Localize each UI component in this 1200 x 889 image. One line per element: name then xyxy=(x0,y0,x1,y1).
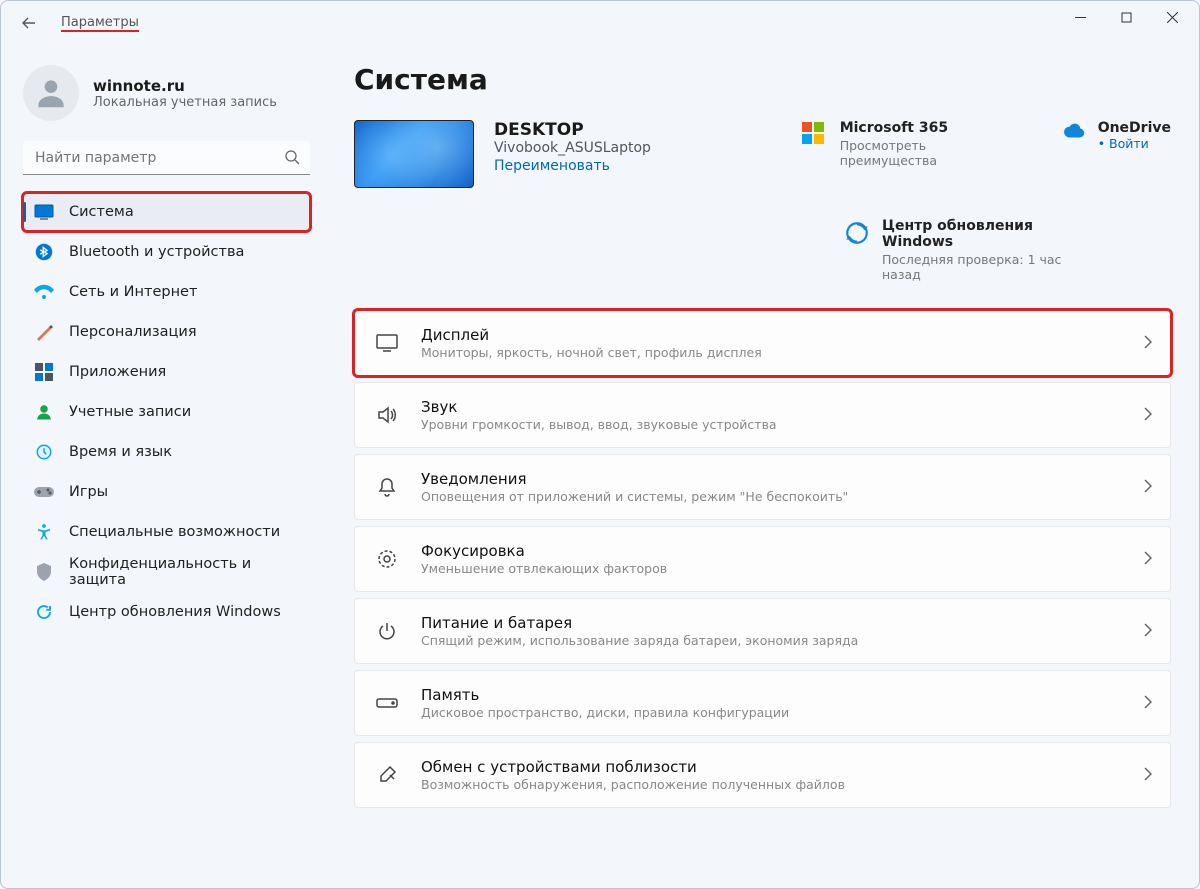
settings-item-nearby[interactable]: Обмен с устройствами поблизостиВозможнос… xyxy=(354,742,1171,808)
sidebar-item-accessibility[interactable]: Специальные возможности xyxy=(23,513,310,551)
windows-update-icon xyxy=(844,220,870,246)
device-model: Vivobook_ASUSLaptop xyxy=(494,140,651,156)
tile-m365[interactable]: Microsoft 365 Просмотреть преимущества xyxy=(802,120,1022,188)
sidebar-item-label: Центр обновления Windows xyxy=(69,604,281,620)
device-wallpaper-thumb xyxy=(354,120,474,188)
page-title: Система xyxy=(354,63,1171,96)
back-button[interactable] xyxy=(17,11,41,35)
nearby-icon xyxy=(375,763,399,787)
settings-item-power[interactable]: Питание и батареяСпящий режим, использов… xyxy=(354,598,1171,664)
settings-item-title: Обмен с устройствами поблизости xyxy=(421,758,1144,776)
update-icon xyxy=(33,601,55,623)
tile-windows-update[interactable]: Центр обновления Windows Последняя прове… xyxy=(844,218,1064,282)
sidebar-item-label: Bluetooth и устройства xyxy=(69,244,244,260)
settings-item-notifications[interactable]: УведомленияОповещения от приложений и си… xyxy=(354,454,1171,520)
device-name: DESKTOP xyxy=(494,120,651,140)
account-type: Локальная учетная запись xyxy=(93,95,277,110)
storage-icon xyxy=(375,691,399,715)
settings-item-sub: Дисковое пространство, диски, правила ко… xyxy=(421,705,1144,720)
sidebar-item-gaming[interactable]: Игры xyxy=(23,473,310,511)
settings-item-title: Звук xyxy=(421,398,1144,416)
tile-sub: Просмотреть преимущества xyxy=(840,138,1022,168)
chevron-right-icon xyxy=(1144,406,1152,425)
settings-item-sound[interactable]: ЗвукУровни громкости, вывод, ввод, звуко… xyxy=(354,382,1171,448)
sidebar-item-label: Система xyxy=(69,204,134,220)
minimize-button[interactable] xyxy=(1057,1,1103,33)
tile-title: Microsoft 365 xyxy=(840,120,1022,136)
tile-sub: Последняя проверка: 1 час назад xyxy=(882,252,1064,282)
accounts-icon xyxy=(33,401,55,423)
accessibility-icon xyxy=(33,521,55,543)
account-name: winnote.ru xyxy=(93,77,277,95)
rename-link[interactable]: Переименовать xyxy=(494,158,651,174)
sidebar-item-bluetooth[interactable]: Bluetooth и устройства xyxy=(23,233,310,271)
microsoft-logo-icon xyxy=(802,122,828,148)
bluetooth-icon xyxy=(33,241,55,263)
power-icon xyxy=(375,619,399,643)
settings-item-sub: Уменьшение отвлекающих факторов xyxy=(421,561,1144,576)
chevron-right-icon xyxy=(1144,622,1152,641)
settings-item-sub: Оповещения от приложений и системы, режи… xyxy=(421,489,1144,504)
apps-icon xyxy=(33,361,55,383)
settings-item-sub: Уровни громкости, вывод, ввод, звуковые … xyxy=(421,417,1144,432)
sidebar-item-label: Приложения xyxy=(69,364,166,380)
sidebar-item-apps[interactable]: Приложения xyxy=(23,353,310,391)
settings-item-display[interactable]: ДисплейМониторы, яркость, ночной свет, п… xyxy=(354,310,1171,376)
time-icon xyxy=(33,441,55,463)
tile-title: OneDrive xyxy=(1098,120,1171,136)
settings-item-title: Питание и батарея xyxy=(421,614,1144,632)
search-input[interactable] xyxy=(23,141,310,175)
device-block: DESKTOP Vivobook_ASUSLaptop Переименоват… xyxy=(354,120,651,188)
account-block[interactable]: winnote.ru Локальная учетная запись xyxy=(23,65,310,121)
sidebar-item-time[interactable]: Время и язык xyxy=(23,433,310,471)
focus-icon xyxy=(375,547,399,571)
sidebar-item-label: Персонализация xyxy=(69,324,197,340)
sidebar-item-label: Игры xyxy=(69,484,108,500)
sidebar-item-system[interactable]: Система xyxy=(23,193,310,231)
chevron-right-icon xyxy=(1144,550,1152,569)
notifications-icon xyxy=(375,475,399,499)
tile-title: Центр обновления Windows xyxy=(882,218,1064,250)
chevron-right-icon xyxy=(1144,478,1152,497)
search-icon xyxy=(284,149,300,169)
app-title: Параметры xyxy=(61,15,139,32)
system-icon xyxy=(33,201,55,223)
sidebar-item-label: Конфиденциальность и защита xyxy=(69,556,300,588)
settings-item-focus[interactable]: ФокусировкаУменьшение отвлекающих фактор… xyxy=(354,526,1171,592)
settings-item-title: Фокусировка xyxy=(421,542,1144,560)
sidebar-item-update[interactable]: Центр обновления Windows xyxy=(23,593,310,631)
sidebar-item-privacy[interactable]: Конфиденциальность и защита xyxy=(23,553,310,591)
settings-item-title: Дисплей xyxy=(421,326,1144,344)
gaming-icon xyxy=(33,481,55,503)
sidebar-item-label: Специальные возможности xyxy=(69,524,280,540)
search-box[interactable] xyxy=(23,141,310,175)
maximize-button[interactable] xyxy=(1103,1,1149,33)
settings-item-sub: Возможность обнаружения, расположение по… xyxy=(421,777,1144,792)
settings-item-storage[interactable]: ПамятьДисковое пространство, диски, прав… xyxy=(354,670,1171,736)
sidebar-item-accounts[interactable]: Учетные записи xyxy=(23,393,310,431)
display-icon xyxy=(375,331,399,355)
settings-item-sub: Спящий режим, использование заряда батар… xyxy=(421,633,1144,648)
sound-icon xyxy=(375,403,399,427)
tile-link[interactable]: Войти xyxy=(1098,136,1171,151)
tile-onedrive[interactable]: OneDrive Войти xyxy=(1060,120,1171,188)
sidebar-item-label: Учетные записи xyxy=(69,404,191,420)
chevron-right-icon xyxy=(1144,334,1152,353)
chevron-right-icon xyxy=(1144,694,1152,713)
onedrive-cloud-icon xyxy=(1060,122,1086,148)
settings-item-title: Уведомления xyxy=(421,470,1144,488)
sidebar-item-label: Время и язык xyxy=(69,444,172,460)
sidebar-item-network[interactable]: Сеть и Интернет xyxy=(23,273,310,311)
settings-item-title: Память xyxy=(421,686,1144,704)
network-icon xyxy=(33,281,55,303)
chevron-right-icon xyxy=(1144,766,1152,785)
sidebar-item-personalization[interactable]: Персонализация xyxy=(23,313,310,351)
personalization-icon xyxy=(33,321,55,343)
close-button[interactable] xyxy=(1149,1,1195,33)
privacy-icon xyxy=(33,561,55,583)
settings-item-sub: Мониторы, яркость, ночной свет, профиль … xyxy=(421,345,1144,360)
sidebar-item-label: Сеть и Интернет xyxy=(69,284,197,300)
avatar-icon xyxy=(23,65,79,121)
